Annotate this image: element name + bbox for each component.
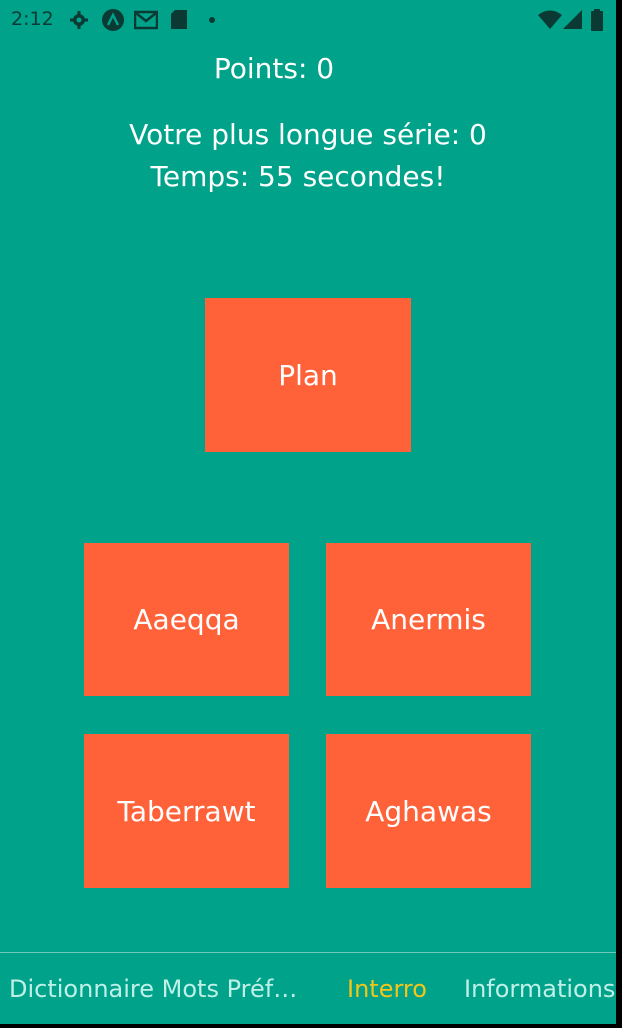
timer-label: Temps: 55 secondes! [150,160,446,193]
longest-streak-label: Votre plus longue série: 0 [129,118,487,151]
answer-button-2[interactable]: Anermis [326,543,531,696]
tab-informations[interactable]: Informations [464,975,615,1003]
battery-icon [591,9,603,31]
tab-interro[interactable]: Interro [347,975,427,1003]
answer-button-1[interactable]: Aaeqqa [84,543,289,696]
answer-button-3[interactable]: Taberrawt [84,734,289,888]
bottom-navigation: Dictionnaire Mots Préféré… Interro Infor… [0,952,616,1024]
points-label: Points: 0 [213,52,335,85]
app-screen: 2:12 Points: 0 Votre plus longue série: … [0,0,616,1024]
tab-dictionnaire-mots-preferes[interactable]: Dictionnaire Mots Préféré… [9,975,309,1003]
settings-icon [68,9,90,31]
dot-icon [208,16,216,24]
answer-button-4[interactable]: Aghawas [326,734,531,888]
screen-edge-right [616,0,622,1028]
gmail-icon [134,9,158,31]
cell-signal-icon [563,10,583,30]
sd-card-icon [170,9,188,31]
status-bar: 2:12 [0,0,616,40]
question-word-tile[interactable]: Plan [205,298,411,452]
status-time: 2:12 [11,8,54,30]
wifi-icon [538,10,562,30]
screen-edge-bottom [0,1024,622,1028]
android-debug-icon [101,9,125,33]
